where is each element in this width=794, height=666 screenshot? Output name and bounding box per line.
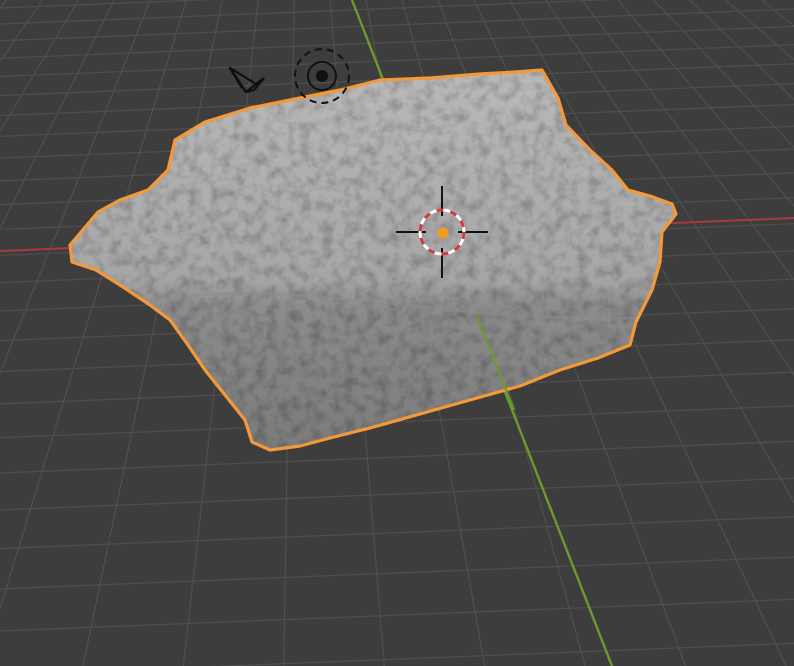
3d-viewport[interactable] [0, 0, 794, 666]
viewport-canvas[interactable] [0, 0, 794, 666]
object-origin-icon[interactable] [437, 227, 449, 239]
